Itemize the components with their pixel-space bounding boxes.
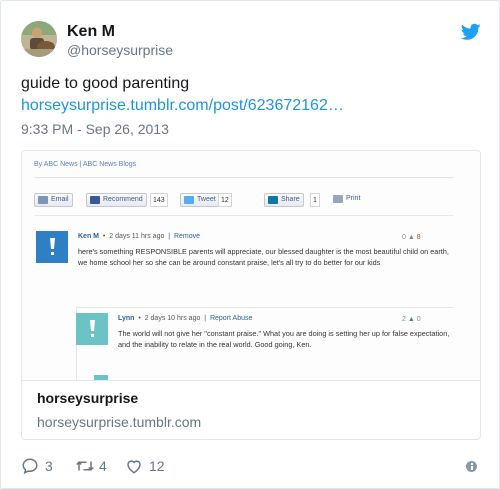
retweet-count: 4 — [99, 458, 107, 474]
tweet-bird-icon — [184, 196, 194, 204]
card-title[interactable]: horseysurprise — [37, 390, 138, 406]
screenshot-divider-2 — [34, 215, 454, 216]
author-name[interactable]: Ken M — [67, 23, 115, 41]
comment-time-ken: 2 days 11 hrs ago — [109, 233, 165, 240]
tweet-container: Ken M @horseysurprise guide to good pare… — [0, 0, 500, 489]
card-domain[interactable]: horseysurprise.tumblr.com — [37, 414, 201, 430]
reply-separator — [76, 307, 454, 308]
comment-author-ken: Ken M — [78, 233, 99, 240]
upvote-count-lynn: 2 — [402, 316, 406, 323]
screenshot-recommend-button: Recommend — [86, 193, 147, 207]
linkedin-icon — [268, 196, 278, 204]
comment-author-lynn: Lynn — [118, 315, 135, 322]
comment-remove-link: Remove — [173, 233, 201, 240]
like-button[interactable]: 12 — [125, 455, 175, 477]
comment-body-lynn: The world will not give her "constant pr… — [118, 329, 450, 349]
tweet-count: 12 — [218, 193, 232, 207]
tweet-actions: 3 4 12 — [21, 455, 481, 477]
tweet-text: guide to good parenting — [21, 75, 190, 92]
screenshot-email-button: Email — [34, 193, 73, 207]
screenshot-source-line: By ABC News | ABC News Blogs — [34, 161, 137, 168]
comment-body-ken: here's something RESPONSIBLE parents wil… — [78, 247, 449, 267]
comment-meta-lynn: Lynn • 2 days 10 hrs ago | Report Abuse — [118, 315, 253, 322]
recommend-count: 143 — [150, 193, 168, 207]
comment-report-link: Report Abuse — [209, 315, 253, 322]
comment-avatar-ken — [36, 231, 68, 263]
tweet-timestamp[interactable]: 9:33 PM - Sep 26, 2013 — [21, 121, 169, 137]
tweet-label: Tweet — [197, 196, 216, 203]
share-label: Share — [281, 196, 300, 203]
author-handle[interactable]: @horseysurprise — [67, 42, 173, 58]
comment-votes-ken: 0 ▲ 8 — [402, 234, 421, 241]
screenshot-divider — [34, 177, 454, 178]
downvote-count-ken: 8 — [416, 234, 421, 241]
thumbs-icon: ▲ — [407, 234, 415, 241]
reply-icon — [22, 458, 38, 475]
screenshot-print-button: Print — [330, 193, 363, 207]
comment-time-lynn: 2 days 10 hrs ago — [144, 315, 201, 322]
upvote-count-ken: 0 — [402, 234, 406, 241]
print-label: Print — [346, 195, 361, 202]
screenshot-linkedin-share-button: Share — [264, 193, 304, 207]
tweet-link[interactable]: horseysurprise.tumblr.com/post/623672162… — [21, 95, 344, 117]
comment-avatar-lynn — [76, 313, 108, 345]
heart-icon — [127, 460, 141, 474]
facebook-icon — [90, 196, 100, 204]
reply-button[interactable]: 3 — [21, 455, 61, 477]
print-icon — [333, 195, 343, 203]
email-icon — [38, 196, 48, 204]
comment-votes-lynn: 2 ▲ 0 — [402, 316, 421, 323]
thumbs-up-icon: ▲ — [407, 316, 415, 323]
downvote-count-lynn: 0 — [416, 316, 421, 323]
next-comment-avatar-partial — [94, 375, 108, 380]
info-icon[interactable] — [466, 461, 477, 472]
twitter-bird-icon[interactable] — [461, 23, 481, 41]
screenshot-tweet-button: Tweet — [180, 193, 220, 207]
author-avatar[interactable] — [21, 21, 57, 57]
share-count: 1 — [310, 193, 320, 207]
reply-count: 3 — [45, 458, 53, 474]
screenshot-share-row: Email Recommend 143 Tweet 12 Share 1 Pri… — [34, 193, 474, 207]
retweet-icon — [76, 461, 94, 471]
recommend-label: Recommend — [103, 196, 143, 203]
card-image-screenshot[interactable]: By ABC News | ABC News Blogs Email Recom… — [22, 151, 480, 381]
email-label: Email — [51, 196, 69, 203]
like-count: 12 — [149, 458, 165, 474]
retweet-button[interactable]: 4 — [75, 455, 125, 477]
link-card[interactable]: By ABC News | ABC News Blogs Email Recom… — [21, 150, 481, 440]
comment-meta-ken: Ken M • 2 days 11 hrs ago | Remove — [78, 233, 201, 240]
tweet-header: Ken M @horseysurprise — [21, 21, 481, 61]
